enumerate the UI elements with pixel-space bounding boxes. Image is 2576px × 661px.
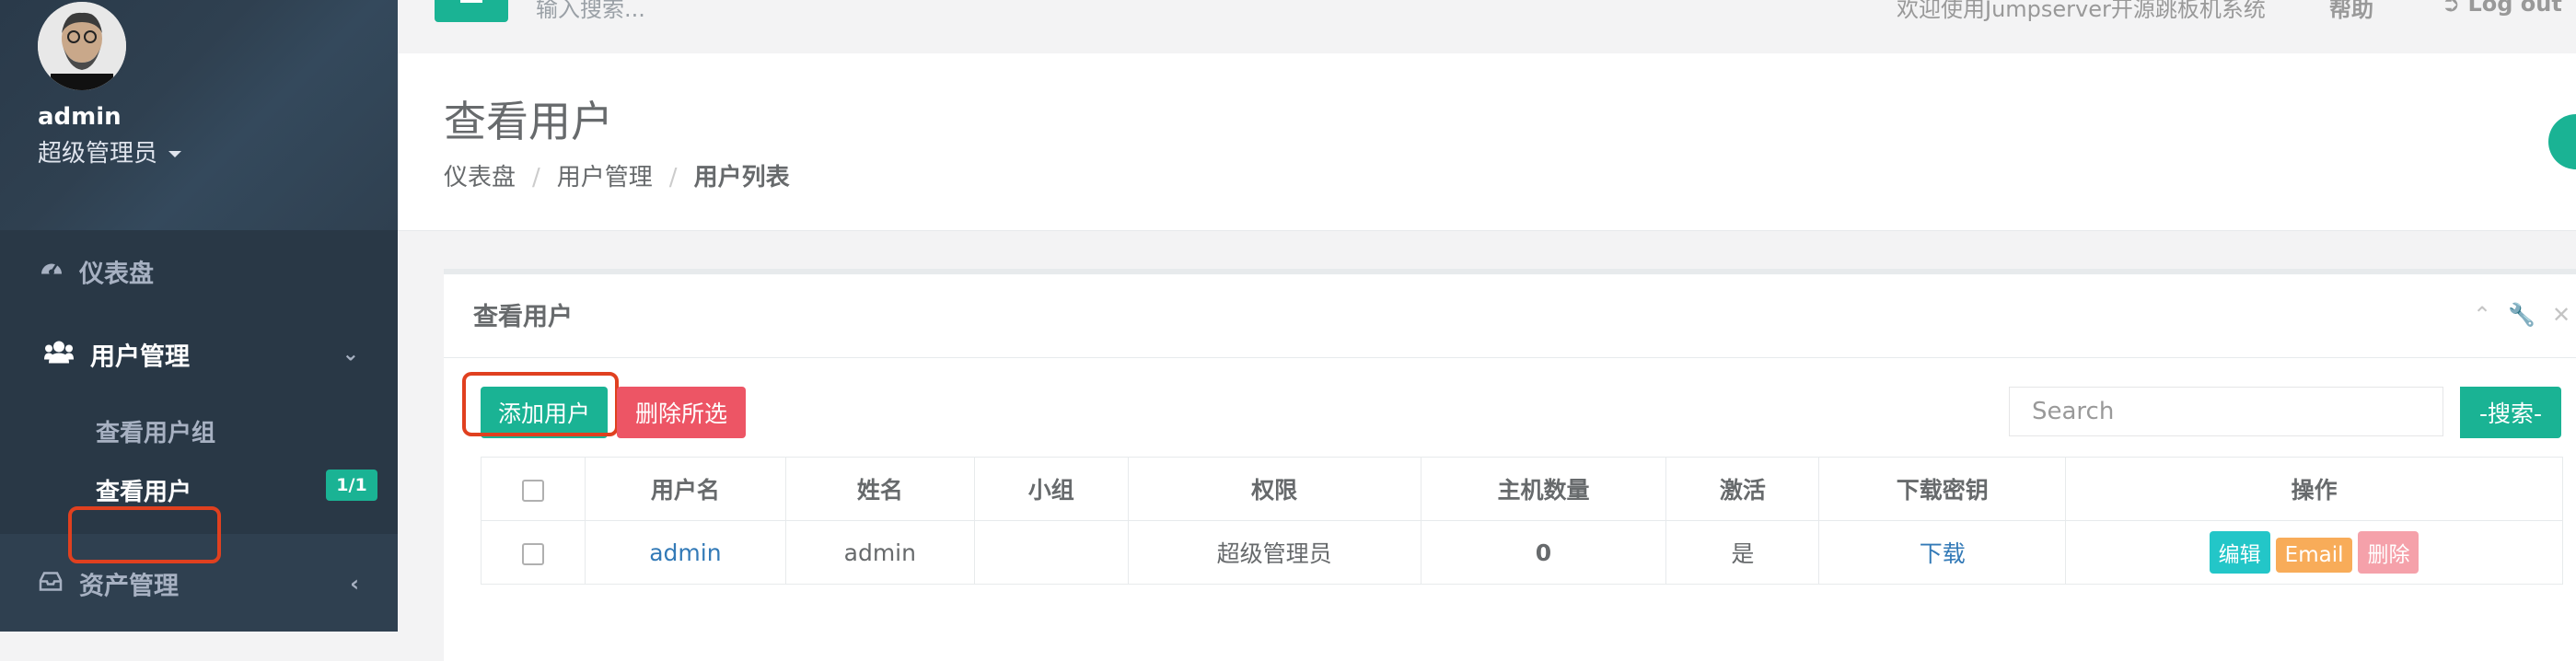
table-header-row: 用户名 姓名 小组 权限 主机数量 激活 下载密钥 操作 xyxy=(481,457,2563,521)
download-key-link[interactable]: 下载 xyxy=(1920,540,1966,567)
table-row: admin admin 超级管理员 0 是 下载 编辑 Email 删除 xyxy=(481,520,2563,585)
menu-toggle-button[interactable] xyxy=(435,0,508,22)
breadcrumb-item[interactable]: 仪表盘 xyxy=(444,164,516,191)
wrench-icon[interactable]: 🔧 xyxy=(2508,302,2535,328)
select-all-cell xyxy=(481,457,586,521)
user-list-panel: 查看用户 ⌃ 🔧 ✕ 添加用户 删除所选 Search -搜索- 用户名 姓名 小组… xyxy=(444,269,2576,661)
column-header: 操作 xyxy=(2065,457,2563,521)
top-search-input[interactable]: 输入搜索... xyxy=(536,0,645,23)
actions-cell: 编辑 Email 删除 xyxy=(2065,520,2563,585)
page-heading: 查看用户 仪表盘 / 用户管理 / 用户列表 xyxy=(398,53,2576,231)
download-cell: 下载 xyxy=(1818,520,2067,585)
row-select-cell xyxy=(481,520,586,585)
column-header[interactable]: 姓名 xyxy=(784,457,975,521)
profile-role-dropdown[interactable]: 超级管理员 xyxy=(38,134,182,168)
panel-header: 查看用户 ⌃ 🔧 ✕ xyxy=(444,274,2576,358)
chevron-left-icon: ‹ xyxy=(350,571,359,597)
sidebar: admin 超级管理员 仪表盘 用户管理 ⌄ 查看用户组 查看用户 1/1 资产… xyxy=(0,0,398,632)
sidebar-item-label: 仪表盘 xyxy=(79,260,154,289)
email-button[interactable]: Email xyxy=(2275,538,2353,573)
row-checkbox[interactable] xyxy=(521,542,544,565)
breadcrumb: 仪表盘 / 用户管理 / 用户列表 xyxy=(444,158,790,192)
welcome-message: 欢迎使用Jumpserver开源跳板机系统 xyxy=(1897,0,2266,22)
delete-selected-button[interactable]: 删除所选 xyxy=(617,387,746,438)
column-header[interactable]: 激活 xyxy=(1665,457,1820,521)
panel-title: 查看用户 xyxy=(473,303,573,331)
username-cell: admin xyxy=(584,520,786,585)
breadcrumb-item[interactable]: 用户管理 xyxy=(557,164,653,191)
chevron-up-icon[interactable]: ⌃ xyxy=(2473,302,2491,328)
column-header[interactable]: 用户名 xyxy=(584,457,786,521)
search-input[interactable]: Search xyxy=(2009,387,2443,436)
profile-panel: admin 超级管理员 xyxy=(0,0,398,230)
sidebar-subitem-user-groups[interactable]: 查看用户组 xyxy=(96,414,215,448)
sidebar-item-asset-management[interactable]: 资产管理 ‹ xyxy=(0,536,398,632)
avatar[interactable] xyxy=(38,2,126,90)
breadcrumb-current: 用户列表 xyxy=(693,164,790,191)
hosts-cell: 0 xyxy=(1420,520,1667,585)
sidebar-item-label: 用户管理 xyxy=(90,342,190,372)
role-cell: 超级管理员 xyxy=(1127,520,1421,585)
breadcrumb-separator: / xyxy=(532,164,540,191)
profile-role-label: 超级管理员 xyxy=(38,140,158,168)
close-icon[interactable]: ✕ xyxy=(2552,302,2570,328)
column-header[interactable]: 下载密钥 xyxy=(1818,457,2067,521)
column-header[interactable]: 主机数量 xyxy=(1420,457,1667,521)
caret-down-icon xyxy=(168,151,182,157)
active-cell: 是 xyxy=(1665,520,1820,585)
page-title: 查看用户 xyxy=(444,97,613,146)
delete-button[interactable]: 删除 xyxy=(2358,531,2419,574)
panel-tools: ⌃ 🔧 ✕ xyxy=(2473,302,2576,328)
column-header[interactable]: 小组 xyxy=(973,457,1129,521)
highlight-box xyxy=(462,372,619,436)
users-table: 用户名 姓名 小组 权限 主机数量 激活 下载密钥 操作 admin admin… xyxy=(481,457,2563,585)
count-badge: 1/1 xyxy=(326,470,377,501)
chevron-down-icon: ⌄ xyxy=(342,342,359,366)
select-all-checkbox[interactable] xyxy=(521,479,544,502)
name-cell: admin xyxy=(784,520,975,585)
sidebar-item-label: 资产管理 xyxy=(79,572,179,601)
top-navbar: 输入搜索... 欢迎使用Jumpserver开源跳板机系统 帮助 ➲ Log o… xyxy=(398,0,2576,54)
logout-link[interactable]: ➲ Log out xyxy=(2442,0,2562,17)
sidebar-subitem-users[interactable]: 查看用户 xyxy=(96,473,191,507)
username-link[interactable]: admin xyxy=(649,539,721,566)
group-cell xyxy=(973,520,1129,585)
round-action-button[interactable] xyxy=(2548,114,2576,169)
help-link[interactable]: 帮助 xyxy=(2329,0,2373,23)
logout-label: Log out xyxy=(2467,0,2562,17)
edit-button[interactable]: 编辑 xyxy=(2209,531,2270,574)
column-header[interactable]: 权限 xyxy=(1127,457,1421,521)
dashboard-icon xyxy=(39,256,64,288)
sign-out-icon: ➲ xyxy=(2442,0,2461,17)
profile-name: admin xyxy=(38,103,122,131)
sidebar-item-user-management[interactable]: 用户管理 ⌄ xyxy=(0,313,398,396)
sidebar-item-dashboard[interactable]: 仪表盘 xyxy=(0,230,398,313)
breadcrumb-separator: / xyxy=(668,164,678,191)
inbox-icon xyxy=(39,570,63,598)
users-icon xyxy=(44,340,74,370)
search-button[interactable]: -搜索- xyxy=(2460,387,2561,438)
hamburger-icon xyxy=(460,0,482,3)
